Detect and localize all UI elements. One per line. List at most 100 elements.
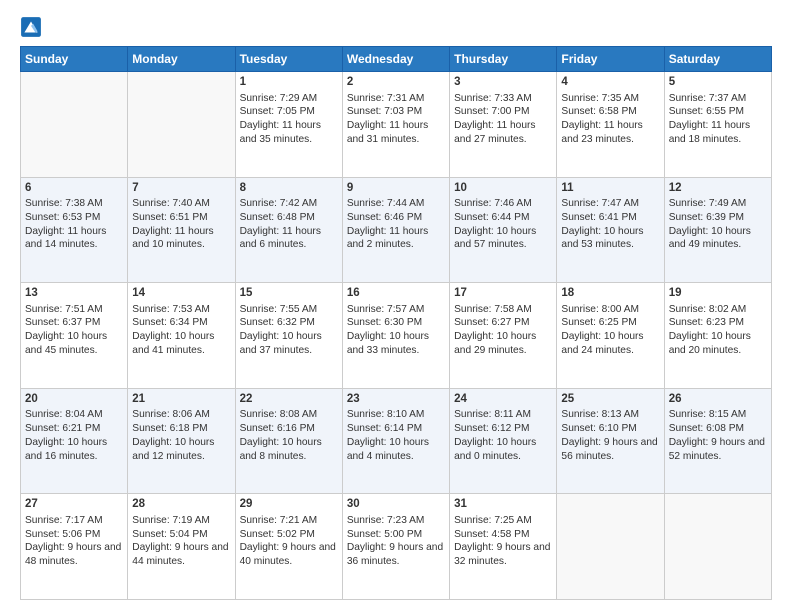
day-number: 31 bbox=[454, 497, 552, 513]
sunrise-text: Sunrise: 7:19 AM bbox=[132, 514, 230, 528]
calendar-cell: 23Sunrise: 8:10 AMSunset: 6:14 PMDayligh… bbox=[342, 388, 449, 494]
sunset-text: Sunset: 6:25 PM bbox=[561, 316, 659, 330]
day-number: 8 bbox=[240, 181, 338, 197]
header bbox=[20, 16, 772, 38]
calendar-cell: 3Sunrise: 7:33 AMSunset: 7:00 PMDaylight… bbox=[450, 72, 557, 178]
calendar-cell: 29Sunrise: 7:21 AMSunset: 5:02 PMDayligh… bbox=[235, 494, 342, 600]
daylight-text: Daylight: 10 hours and 53 minutes. bbox=[561, 225, 659, 253]
sunset-text: Sunset: 6:39 PM bbox=[669, 211, 767, 225]
calendar-row-1: 6Sunrise: 7:38 AMSunset: 6:53 PM Daylight… bbox=[21, 177, 772, 283]
calendar-cell: 12Sunrise: 7:49 AMSunset: 6:39 PMDayligh… bbox=[664, 177, 771, 283]
calendar-row-2: 13Sunrise: 7:51 AMSunset: 6:37 PMDayligh… bbox=[21, 283, 772, 389]
calendar-row-0: 1Sunrise: 7:29 AMSunset: 7:05 PMDaylight… bbox=[21, 72, 772, 178]
sunrise-text: Sunrise: 7:31 AM bbox=[347, 92, 445, 106]
daylight-text: Daylight: 10 hours and 49 minutes. bbox=[669, 225, 767, 253]
day-number: 29 bbox=[240, 497, 338, 513]
day-number: 17 bbox=[454, 286, 552, 302]
day-number: 1 bbox=[240, 75, 338, 91]
day-number: 30 bbox=[347, 497, 445, 513]
sunrise-text: Sunrise: 8:11 AM bbox=[454, 408, 552, 422]
day-number: 5 bbox=[669, 75, 767, 91]
sunrise-text: Sunrise: 7:55 AM bbox=[240, 303, 338, 317]
sunset-text: Sunset: 6:34 PM bbox=[132, 316, 230, 330]
calendar-cell: 5Sunrise: 7:37 AMSunset: 6:55 PMDaylight… bbox=[664, 72, 771, 178]
sunrise-text: Sunrise: 7:17 AM bbox=[25, 514, 123, 528]
day-number: 24 bbox=[454, 392, 552, 408]
daylight-text: Daylight: 10 hours and 8 minutes. bbox=[240, 436, 338, 464]
calendar-cell: 27Sunrise: 7:17 AMSunset: 5:06 PMDayligh… bbox=[21, 494, 128, 600]
day-number: 2 bbox=[347, 75, 445, 91]
daylight-text: Daylight: 9 hours and 40 minutes. bbox=[240, 541, 338, 569]
daylight-text: Daylight: 10 hours and 12 minutes. bbox=[132, 436, 230, 464]
day-number: 4 bbox=[561, 75, 659, 91]
sunset-text: Sunset: 7:03 PM bbox=[347, 105, 445, 119]
day-number: 3 bbox=[454, 75, 552, 91]
sunset-text: Sunset: 6:14 PM bbox=[347, 422, 445, 436]
daylight-text: Daylight: 10 hours and 0 minutes. bbox=[454, 436, 552, 464]
day-number: 6 bbox=[25, 181, 123, 197]
sunrise-text: Sunrise: 7:35 AM bbox=[561, 92, 659, 106]
daylight-text: Daylight: 10 hours and 20 minutes. bbox=[669, 330, 767, 358]
day-number: 23 bbox=[347, 392, 445, 408]
calendar-cell: 16Sunrise: 7:57 AMSunset: 6:30 PMDayligh… bbox=[342, 283, 449, 389]
sunrise-text: Sunrise: 8:04 AM bbox=[25, 408, 123, 422]
sunset-text: Sunset: 6:12 PM bbox=[454, 422, 552, 436]
calendar-cell bbox=[128, 72, 235, 178]
daylight-text: Daylight: 10 hours and 16 minutes. bbox=[25, 436, 123, 464]
weekday-header-saturday: Saturday bbox=[664, 47, 771, 72]
day-number: 12 bbox=[669, 181, 767, 197]
daylight-text: Daylight: 10 hours and 37 minutes. bbox=[240, 330, 338, 358]
calendar-cell: 7Sunrise: 7:40 AMSunset: 6:51 PMDaylight… bbox=[128, 177, 235, 283]
calendar-cell bbox=[21, 72, 128, 178]
sunset-text: Sunset: 6:46 PM bbox=[347, 211, 445, 225]
sunset-text: Sunset: 4:58 PM bbox=[454, 528, 552, 542]
sunset-text: Sunset: 6:53 PM bbox=[25, 211, 123, 225]
calendar-cell bbox=[557, 494, 664, 600]
sunset-text: Sunset: 6:08 PM bbox=[669, 422, 767, 436]
calendar-cell bbox=[664, 494, 771, 600]
sunrise-text: Sunrise: 7:57 AM bbox=[347, 303, 445, 317]
calendar-cell: 24Sunrise: 8:11 AMSunset: 6:12 PMDayligh… bbox=[450, 388, 557, 494]
daylight-text: Daylight: 9 hours and 44 minutes. bbox=[132, 541, 230, 569]
sunset-text: Sunset: 5:04 PM bbox=[132, 528, 230, 542]
weekday-header-tuesday: Tuesday bbox=[235, 47, 342, 72]
daylight-text: Daylight: 11 hours and 23 minutes. bbox=[561, 119, 659, 147]
sunrise-text: Sunrise: 7:37 AM bbox=[669, 92, 767, 106]
sunset-text: Sunset: 6:23 PM bbox=[669, 316, 767, 330]
daylight-text: Daylight: 9 hours and 56 minutes. bbox=[561, 436, 659, 464]
weekday-header-row: SundayMondayTuesdayWednesdayThursdayFrid… bbox=[21, 47, 772, 72]
daylight-text: Daylight: 10 hours and 41 minutes. bbox=[132, 330, 230, 358]
daylight-text: Daylight: 10 hours and 45 minutes. bbox=[25, 330, 123, 358]
weekday-header-sunday: Sunday bbox=[21, 47, 128, 72]
calendar-cell: 15Sunrise: 7:55 AMSunset: 6:32 PMDayligh… bbox=[235, 283, 342, 389]
day-number: 11 bbox=[561, 181, 659, 197]
day-number: 14 bbox=[132, 286, 230, 302]
sunrise-text: Sunrise: 8:15 AM bbox=[669, 408, 767, 422]
weekday-header-thursday: Thursday bbox=[450, 47, 557, 72]
calendar-cell: 4Sunrise: 7:35 AMSunset: 6:58 PMDaylight… bbox=[557, 72, 664, 178]
calendar-cell: 14Sunrise: 7:53 AMSunset: 6:34 PMDayligh… bbox=[128, 283, 235, 389]
daylight-text: Daylight: 11 hours and 2 minutes. bbox=[347, 225, 445, 253]
day-number: 21 bbox=[132, 392, 230, 408]
sunrise-text: Sunrise: 7:58 AM bbox=[454, 303, 552, 317]
sunrise-text: Sunrise: 7:42 AM bbox=[240, 197, 338, 211]
sunrise-text: Sunrise: 7:38 AM bbox=[25, 197, 123, 211]
calendar-cell: 9Sunrise: 7:44 AMSunset: 6:46 PMDaylight… bbox=[342, 177, 449, 283]
daylight-text: Daylight: 9 hours and 36 minutes. bbox=[347, 541, 445, 569]
daylight-text: Daylight: 11 hours and 18 minutes. bbox=[669, 119, 767, 147]
sunrise-text: Sunrise: 7:33 AM bbox=[454, 92, 552, 106]
daylight-text: Daylight: 9 hours and 52 minutes. bbox=[669, 436, 767, 464]
daylight-text: Daylight: 10 hours and 57 minutes. bbox=[454, 225, 552, 253]
day-number: 10 bbox=[454, 181, 552, 197]
sunset-text: Sunset: 6:27 PM bbox=[454, 316, 552, 330]
calendar-cell: 1Sunrise: 7:29 AMSunset: 7:05 PMDaylight… bbox=[235, 72, 342, 178]
day-number: 28 bbox=[132, 497, 230, 513]
day-number: 22 bbox=[240, 392, 338, 408]
calendar-cell: 13Sunrise: 7:51 AMSunset: 6:37 PMDayligh… bbox=[21, 283, 128, 389]
daylight-text: Daylight: 11 hours and 6 minutes. bbox=[240, 225, 338, 253]
calendar-cell: 20Sunrise: 8:04 AMSunset: 6:21 PMDayligh… bbox=[21, 388, 128, 494]
day-number: 25 bbox=[561, 392, 659, 408]
daylight-text: Daylight: 10 hours and 33 minutes. bbox=[347, 330, 445, 358]
sunrise-text: Sunrise: 7:40 AM bbox=[132, 197, 230, 211]
sunrise-text: Sunrise: 7:53 AM bbox=[132, 303, 230, 317]
